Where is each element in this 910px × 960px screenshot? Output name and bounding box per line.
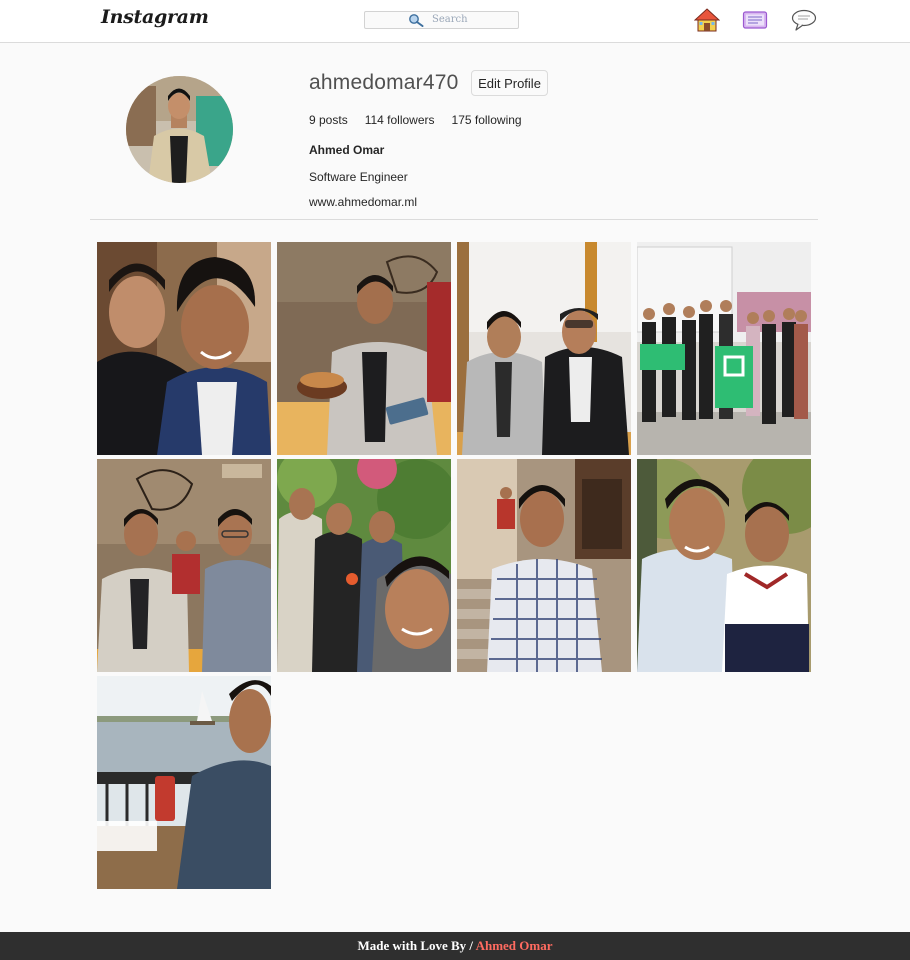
messages-icon[interactable]: [791, 8, 817, 32]
search-icon: [409, 14, 424, 27]
search-input[interactable]: Search: [364, 11, 519, 29]
instagram-logo[interactable]: Instagram: [101, 6, 209, 28]
following-count[interactable]: 175 following: [452, 113, 522, 127]
footer-text: Made with Love By /: [357, 938, 476, 953]
profile-full-name: Ahmed Omar: [309, 143, 385, 157]
post-thumbnail[interactable]: [637, 242, 811, 455]
posts-count: 9 posts: [309, 113, 348, 127]
post-thumbnail[interactable]: [97, 242, 271, 455]
posts-grid: [97, 242, 813, 889]
profile-stats: 9 posts 114 followers 175 following: [309, 113, 539, 127]
profile-bio: Software Engineer: [309, 170, 408, 184]
edit-profile-button[interactable]: Edit Profile: [471, 70, 548, 96]
footer-author-link[interactable]: Ahmed Omar: [476, 938, 553, 953]
post-thumbnail[interactable]: [277, 459, 451, 672]
post-thumbnail[interactable]: [97, 676, 271, 889]
post-thumbnail[interactable]: [457, 459, 631, 672]
post-thumbnail[interactable]: [97, 459, 271, 672]
profile-username: ahmedomar470: [309, 71, 459, 94]
profile-website-link[interactable]: www.ahmedomar.ml: [309, 195, 417, 209]
search-placeholder: Search: [432, 14, 468, 25]
post-thumbnail[interactable]: [277, 242, 451, 455]
page-footer: Made with Love By / Ahmed Omar: [0, 932, 910, 960]
profile-avatar[interactable]: [126, 76, 233, 183]
home-icon[interactable]: [694, 8, 720, 32]
profile-divider: [90, 219, 818, 220]
activity-icon[interactable]: [742, 8, 768, 32]
post-thumbnail[interactable]: [637, 459, 811, 672]
top-nav: Instagram Search: [0, 0, 910, 43]
followers-count[interactable]: 114 followers: [365, 113, 435, 127]
post-thumbnail[interactable]: [457, 242, 631, 455]
